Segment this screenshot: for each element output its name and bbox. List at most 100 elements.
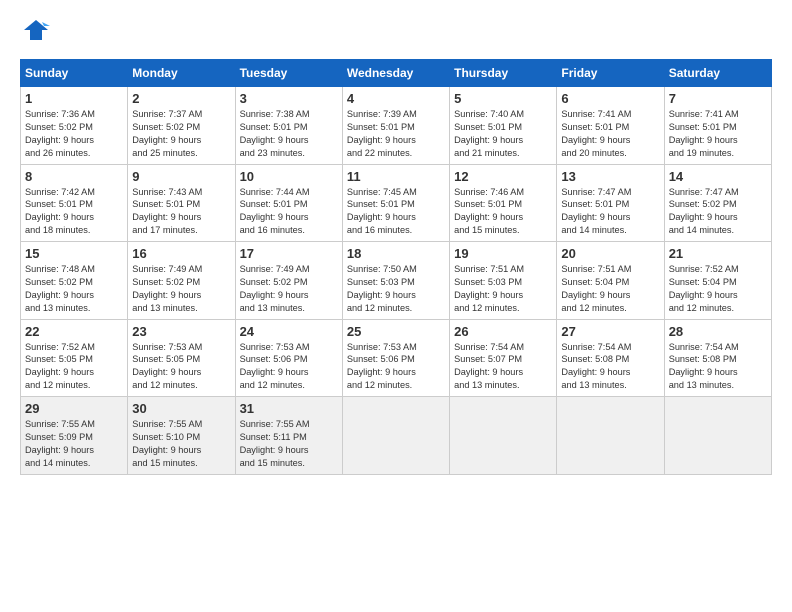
calendar-day-24: 24 Sunrise: 7:53 AM Sunset: 5:06 PM Dayli… bbox=[235, 319, 342, 397]
calendar-day-12: 12 Sunrise: 7:46 AM Sunset: 5:01 PM Dayli… bbox=[450, 164, 557, 242]
day-info-27: Sunrise: 7:54 AM Sunset: 5:08 PM Dayligh… bbox=[561, 341, 659, 393]
day-number-26: 26 bbox=[454, 324, 552, 339]
calendar-week-2: 8 Sunrise: 7:42 AM Sunset: 5:01 PM Daylig… bbox=[21, 164, 772, 242]
calendar-day-11: 11 Sunrise: 7:45 AM Sunset: 5:01 PM Dayli… bbox=[342, 164, 449, 242]
day-info-9: Sunrise: 7:43 AM Sunset: 5:01 PM Dayligh… bbox=[132, 186, 230, 238]
calendar-header-sunday: Sunday bbox=[21, 60, 128, 87]
header bbox=[20, 16, 772, 49]
calendar-day-26: 26Sunrise: 7:54 AM Sunset: 5:07 PM Dayli… bbox=[450, 319, 557, 397]
day-info-16: Sunrise: 7:49 AM Sunset: 5:02 PM Dayligh… bbox=[132, 263, 230, 315]
day-info-24: Sunrise: 7:53 AM Sunset: 5:06 PM Dayligh… bbox=[240, 341, 338, 393]
calendar-day-15: 15 Sunrise: 7:48 AM Sunset: 5:02 PM Dayli… bbox=[21, 242, 128, 320]
calendar-week-1: 1Sunrise: 7:36 AM Sunset: 5:02 PM Daylig… bbox=[21, 87, 772, 165]
calendar-header-wednesday: Wednesday bbox=[342, 60, 449, 87]
calendar-day-22: 22Sunrise: 7:52 AM Sunset: 5:05 PM Dayli… bbox=[21, 319, 128, 397]
calendar-day-8: 8 Sunrise: 7:42 AM Sunset: 5:01 PM Daylig… bbox=[21, 164, 128, 242]
day-info-18: Sunrise: 7:50 AM Sunset: 5:03 PM Dayligh… bbox=[347, 263, 445, 315]
day-number-12: 12 bbox=[454, 169, 552, 184]
day-info-25: Sunrise: 7:53 AM Sunset: 5:06 PM Dayligh… bbox=[347, 341, 445, 393]
day-number-30: 30 bbox=[132, 401, 230, 416]
day-number-11: 11 bbox=[347, 169, 445, 184]
day-number-14: 14 bbox=[669, 169, 767, 184]
calendar-day-1: 1Sunrise: 7:36 AM Sunset: 5:02 PM Daylig… bbox=[21, 87, 128, 165]
calendar-week-4: 22Sunrise: 7:52 AM Sunset: 5:05 PM Dayli… bbox=[21, 319, 772, 397]
calendar-day-4: 4Sunrise: 7:39 AM Sunset: 5:01 PM Daylig… bbox=[342, 87, 449, 165]
day-number-24: 24 bbox=[240, 324, 338, 339]
calendar-day-3: 3 Sunrise: 7:38 AM Sunset: 5:01 PM Daylig… bbox=[235, 87, 342, 165]
calendar-table: SundayMondayTuesdayWednesdayThursdayFrid… bbox=[20, 59, 772, 475]
day-info-3: Sunrise: 7:38 AM Sunset: 5:01 PM Dayligh… bbox=[240, 108, 338, 160]
day-info-1: Sunrise: 7:36 AM Sunset: 5:02 PM Dayligh… bbox=[25, 108, 123, 160]
day-info-19: Sunrise: 7:51 AM Sunset: 5:03 PM Dayligh… bbox=[454, 263, 552, 315]
day-number-31: 31 bbox=[240, 401, 338, 416]
day-number-2: 2 bbox=[132, 91, 230, 106]
calendar-day-2: 2 Sunrise: 7:37 AM Sunset: 5:02 PM Daylig… bbox=[128, 87, 235, 165]
day-number-29: 29 bbox=[25, 401, 123, 416]
calendar-day-25: 25 Sunrise: 7:53 AM Sunset: 5:06 PM Dayli… bbox=[342, 319, 449, 397]
day-number-19: 19 bbox=[454, 246, 552, 261]
calendar-day-29: 29 Sunrise: 7:55 AM Sunset: 5:09 PM Dayli… bbox=[21, 397, 128, 475]
day-info-28: Sunrise: 7:54 AM Sunset: 5:08 PM Dayligh… bbox=[669, 341, 767, 393]
calendar-day-21: 21 Sunrise: 7:52 AM Sunset: 5:04 PM Dayli… bbox=[664, 242, 771, 320]
logo-bird-icon bbox=[22, 16, 50, 49]
day-info-17: Sunrise: 7:49 AM Sunset: 5:02 PM Dayligh… bbox=[240, 263, 338, 315]
calendar-header-saturday: Saturday bbox=[664, 60, 771, 87]
calendar-day-16: 16 Sunrise: 7:49 AM Sunset: 5:02 PM Dayli… bbox=[128, 242, 235, 320]
calendar-day-14: 14 Sunrise: 7:47 AM Sunset: 5:02 PM Dayli… bbox=[664, 164, 771, 242]
day-info-30: Sunrise: 7:55 AM Sunset: 5:10 PM Dayligh… bbox=[132, 418, 230, 470]
day-info-15: Sunrise: 7:48 AM Sunset: 5:02 PM Dayligh… bbox=[25, 263, 123, 315]
day-info-21: Sunrise: 7:52 AM Sunset: 5:04 PM Dayligh… bbox=[669, 263, 767, 315]
day-info-8: Sunrise: 7:42 AM Sunset: 5:01 PM Dayligh… bbox=[25, 186, 123, 238]
day-info-14: Sunrise: 7:47 AM Sunset: 5:02 PM Dayligh… bbox=[669, 186, 767, 238]
calendar-header-row: SundayMondayTuesdayWednesdayThursdayFrid… bbox=[21, 60, 772, 87]
day-number-21: 21 bbox=[669, 246, 767, 261]
calendar-day-9: 9Sunrise: 7:43 AM Sunset: 5:01 PM Daylig… bbox=[128, 164, 235, 242]
day-number-13: 13 bbox=[561, 169, 659, 184]
day-info-11: Sunrise: 7:45 AM Sunset: 5:01 PM Dayligh… bbox=[347, 186, 445, 238]
day-number-16: 16 bbox=[132, 246, 230, 261]
day-info-23: Sunrise: 7:53 AM Sunset: 5:05 PM Dayligh… bbox=[132, 341, 230, 393]
day-info-22: Sunrise: 7:52 AM Sunset: 5:05 PM Dayligh… bbox=[25, 341, 123, 393]
calendar-day-6: 6 Sunrise: 7:41 AM Sunset: 5:01 PM Daylig… bbox=[557, 87, 664, 165]
day-info-6: Sunrise: 7:41 AM Sunset: 5:01 PM Dayligh… bbox=[561, 108, 659, 160]
day-number-6: 6 bbox=[561, 91, 659, 106]
calendar-week-3: 15 Sunrise: 7:48 AM Sunset: 5:02 PM Dayli… bbox=[21, 242, 772, 320]
calendar-day-28: 28 Sunrise: 7:54 AM Sunset: 5:08 PM Dayli… bbox=[664, 319, 771, 397]
calendar-day-23: 23 Sunrise: 7:53 AM Sunset: 5:05 PM Dayli… bbox=[128, 319, 235, 397]
calendar-header-tuesday: Tuesday bbox=[235, 60, 342, 87]
day-info-2: Sunrise: 7:37 AM Sunset: 5:02 PM Dayligh… bbox=[132, 108, 230, 160]
calendar-day-empty bbox=[342, 397, 449, 475]
calendar-day-18: 18Sunrise: 7:50 AM Sunset: 5:03 PM Dayli… bbox=[342, 242, 449, 320]
day-number-15: 15 bbox=[25, 246, 123, 261]
day-number-5: 5 bbox=[454, 91, 552, 106]
calendar-day-17: 17Sunrise: 7:49 AM Sunset: 5:02 PM Dayli… bbox=[235, 242, 342, 320]
day-info-5: Sunrise: 7:40 AM Sunset: 5:01 PM Dayligh… bbox=[454, 108, 552, 160]
day-info-13: Sunrise: 7:47 AM Sunset: 5:01 PM Dayligh… bbox=[561, 186, 659, 238]
calendar-day-empty bbox=[450, 397, 557, 475]
day-info-4: Sunrise: 7:39 AM Sunset: 5:01 PM Dayligh… bbox=[347, 108, 445, 160]
calendar-day-31: 31 Sunrise: 7:55 AM Sunset: 5:11 PM Dayli… bbox=[235, 397, 342, 475]
calendar-day-empty bbox=[557, 397, 664, 475]
day-number-7: 7 bbox=[669, 91, 767, 106]
day-info-10: Sunrise: 7:44 AM Sunset: 5:01 PM Dayligh… bbox=[240, 186, 338, 238]
day-number-27: 27 bbox=[561, 324, 659, 339]
day-info-12: Sunrise: 7:46 AM Sunset: 5:01 PM Dayligh… bbox=[454, 186, 552, 238]
calendar-day-27: 27 Sunrise: 7:54 AM Sunset: 5:08 PM Dayli… bbox=[557, 319, 664, 397]
logo bbox=[20, 16, 50, 49]
calendar-day-7: 7Sunrise: 7:41 AM Sunset: 5:01 PM Daylig… bbox=[664, 87, 771, 165]
day-info-29: Sunrise: 7:55 AM Sunset: 5:09 PM Dayligh… bbox=[25, 418, 123, 470]
day-number-3: 3 bbox=[240, 91, 338, 106]
calendar-header-friday: Friday bbox=[557, 60, 664, 87]
calendar-header-monday: Monday bbox=[128, 60, 235, 87]
day-number-8: 8 bbox=[25, 169, 123, 184]
calendar-day-5: 5 Sunrise: 7:40 AM Sunset: 5:01 PM Daylig… bbox=[450, 87, 557, 165]
calendar-week-5: 29 Sunrise: 7:55 AM Sunset: 5:09 PM Dayli… bbox=[21, 397, 772, 475]
day-number-28: 28 bbox=[669, 324, 767, 339]
day-number-20: 20 bbox=[561, 246, 659, 261]
day-number-25: 25 bbox=[347, 324, 445, 339]
day-number-23: 23 bbox=[132, 324, 230, 339]
day-info-31: Sunrise: 7:55 AM Sunset: 5:11 PM Dayligh… bbox=[240, 418, 338, 470]
calendar-day-empty bbox=[664, 397, 771, 475]
calendar-day-30: 30 Sunrise: 7:55 AM Sunset: 5:10 PM Dayli… bbox=[128, 397, 235, 475]
day-info-20: Sunrise: 7:51 AM Sunset: 5:04 PM Dayligh… bbox=[561, 263, 659, 315]
